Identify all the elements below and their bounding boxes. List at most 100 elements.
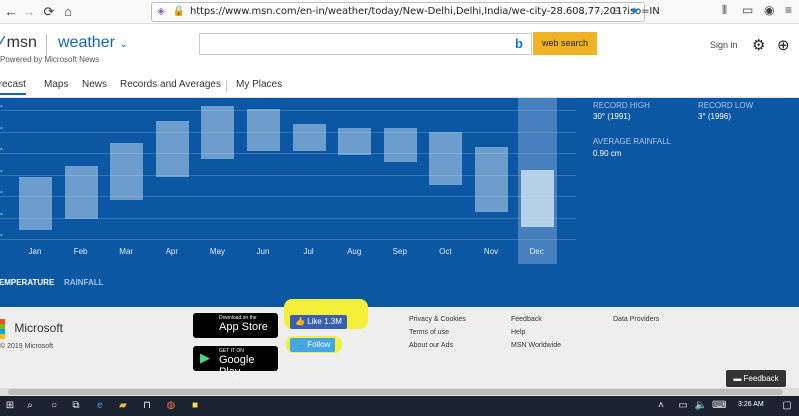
month-label[interactable]: Jan [15, 247, 55, 256]
temperature-range-bar[interactable] [475, 147, 508, 212]
edge-icon[interactable]: e [93, 399, 107, 413]
y-tick-label: ° [0, 212, 3, 220]
signin-link[interactable]: Sign in [710, 40, 738, 50]
chevron-down-icon[interactable]: ⌄ [574, 5, 588, 19]
windows-start-icon[interactable]: ⊞ [3, 399, 17, 413]
y-tick-label: ° [0, 126, 3, 134]
month-label[interactable]: Sep [380, 247, 420, 256]
y-tick-label: ° [0, 234, 3, 241]
url-text: https://www.msn.com/en-in/weather/today/… [190, 6, 660, 17]
feedback-button[interactable]: ▬ Feedback [726, 370, 786, 387]
month-label[interactable]: Oct [425, 247, 465, 256]
app-store-button[interactable]: Download on the App Store [193, 313, 278, 338]
data-providers-link[interactable]: Data Providers [613, 316, 659, 323]
address-bar[interactable]: ◈ 🔒 https://www.msn.com/en-in/weather/to… [151, 2, 660, 22]
record-low-value: 3° (1996) [698, 112, 731, 121]
reload-icon[interactable]: ⟳ [40, 3, 58, 21]
msn-worldwide-link[interactable]: MSN Worldwide [511, 342, 561, 349]
temperature-range-bar[interactable] [19, 177, 52, 231]
month-label[interactable]: Aug [334, 247, 374, 256]
weather-section-link[interactable]: weather ⌄ [58, 34, 128, 52]
temperature-range-bar[interactable] [338, 128, 372, 155]
home-icon[interactable]: ⌂ [59, 3, 77, 21]
search-icon[interactable]: ⌕ [23, 399, 37, 413]
y-tick-label: ° [0, 148, 3, 155]
tab-maps[interactable]: Maps [44, 79, 68, 90]
sticky-notes-icon[interactable]: ■ [188, 399, 202, 413]
record-high-value: 30° (1991) [593, 112, 631, 121]
notification-icon[interactable]: ▢ [780, 399, 794, 413]
thumbs-up-icon: 👍 [295, 317, 305, 326]
gear-icon[interactable]: ⚙ [752, 36, 765, 54]
copyright: © 2019 Microsoft [0, 343, 54, 350]
library-icon[interactable]: ⫴ [722, 3, 727, 21]
month-label[interactable]: Jul [289, 247, 329, 256]
twitter-follow-button[interactable]: 🐦 Follow [290, 338, 336, 352]
temperature-range-bar[interactable] [110, 143, 144, 201]
month-label[interactable]: Jun [243, 247, 283, 256]
help-link[interactable]: Help [511, 329, 525, 336]
menu-icon[interactable]: ≡ [785, 3, 792, 21]
msn-logo[interactable]: ⁄ msn [0, 34, 37, 52]
month-label[interactable]: May [197, 247, 237, 256]
temperature-toggle[interactable]: TEMPERATURE [0, 278, 54, 287]
terms-link[interactable]: Terms of use [409, 329, 449, 336]
about-ads-link[interactable]: About our Ads [409, 342, 453, 349]
msn-butterfly-icon: ⁄ [0, 34, 3, 51]
appstore-big-text: App Store [219, 321, 268, 333]
battery-icon[interactable]: ▭ [676, 399, 690, 413]
browser-toolbar: ← → ⟳ ⌂ ◈ 🔒 https://www.msn.com/en-in/we… [0, 0, 799, 24]
cortana-icon[interactable]: ○ [47, 399, 61, 413]
google-play-button[interactable]: ▶ GET IT ON Google Play [193, 346, 278, 378]
search-input[interactable] [199, 33, 532, 55]
section-text: weather [58, 34, 115, 51]
file-explorer-icon[interactable]: ▰ [116, 399, 130, 413]
web-search-button[interactable]: web search [533, 32, 597, 55]
account-icon[interactable]: ◉ [764, 3, 774, 21]
bing-icon: b [515, 36, 523, 51]
sidebar-icon[interactable]: ▭ [742, 3, 753, 21]
forward-arrow-icon[interactable]: → [20, 3, 38, 21]
rainfall-toggle[interactable]: RAINFALL [64, 278, 104, 287]
feedback-link[interactable]: Feedback [511, 316, 542, 323]
month-label[interactable]: Mar [106, 247, 146, 256]
tab-records[interactable]: Records and Averages [120, 79, 221, 90]
tab-news[interactable]: News [82, 79, 107, 90]
scrollbar-thumb[interactable] [8, 389, 783, 395]
tab-my-places[interactable]: My Places [236, 79, 282, 90]
temperature-range-bar[interactable] [429, 132, 463, 186]
chevron-up-icon[interactable]: ˄ [654, 399, 668, 413]
temperature-range-bar[interactable] [520, 169, 554, 227]
month-label[interactable]: Nov [471, 247, 511, 256]
temperature-range-bar[interactable] [155, 120, 189, 178]
facebook-like-button[interactable]: 👍 Like 1.3M [290, 315, 347, 329]
store-icon[interactable]: ⊓ [140, 399, 154, 413]
task-view-icon[interactable]: ⧉ [69, 399, 83, 413]
month-label[interactable]: Apr [152, 247, 192, 256]
volume-icon[interactable]: 🔈 [694, 399, 708, 413]
temperature-range-bar[interactable] [64, 166, 98, 220]
firefox-icon[interactable]: ◍ [164, 399, 178, 413]
month-label[interactable]: Dec [517, 247, 557, 256]
temperature-range-bar[interactable] [201, 105, 235, 159]
horizontal-scrollbar[interactable] [0, 388, 799, 396]
temperature-range-bar[interactable] [383, 128, 417, 163]
bookmark-star-icon[interactable]: ★ [628, 5, 642, 19]
follow-text: Follow [307, 340, 331, 349]
temperature-range-bar[interactable] [292, 124, 326, 151]
back-arrow-icon[interactable]: ← [2, 3, 20, 21]
language-icon[interactable]: ⌨ [712, 399, 726, 413]
like-text: Like 1.3M [307, 317, 342, 326]
record-low-label: RECORD LOW [698, 101, 754, 110]
records-panel: ° ° ° ° ° ° ° Jan Feb Mar Apr May Jun Jul Aug Sep Oct Nov… [0, 98, 799, 307]
microsoft-logo-icon [0, 319, 11, 339]
windows-taskbar: ⊞ ⌕ ○ ⧉ e ▰ ⊓ ◍ ■ ˄ ▭ 🔈 ⌨ 3:26 AM ▢ [0, 396, 799, 416]
temperature-range-bar[interactable] [247, 109, 280, 151]
more-icon[interactable]: ⋯ [592, 5, 606, 19]
tab-forecast[interactable]: Forecast [0, 79, 26, 95]
globe-icon[interactable]: ⊕ [777, 36, 790, 54]
month-label[interactable]: Feb [61, 247, 101, 256]
y-tick-label: ° [0, 191, 3, 198]
privacy-link[interactable]: Privacy & Cookies [409, 316, 466, 323]
pocket-icon[interactable]: ⊡ [610, 5, 624, 19]
